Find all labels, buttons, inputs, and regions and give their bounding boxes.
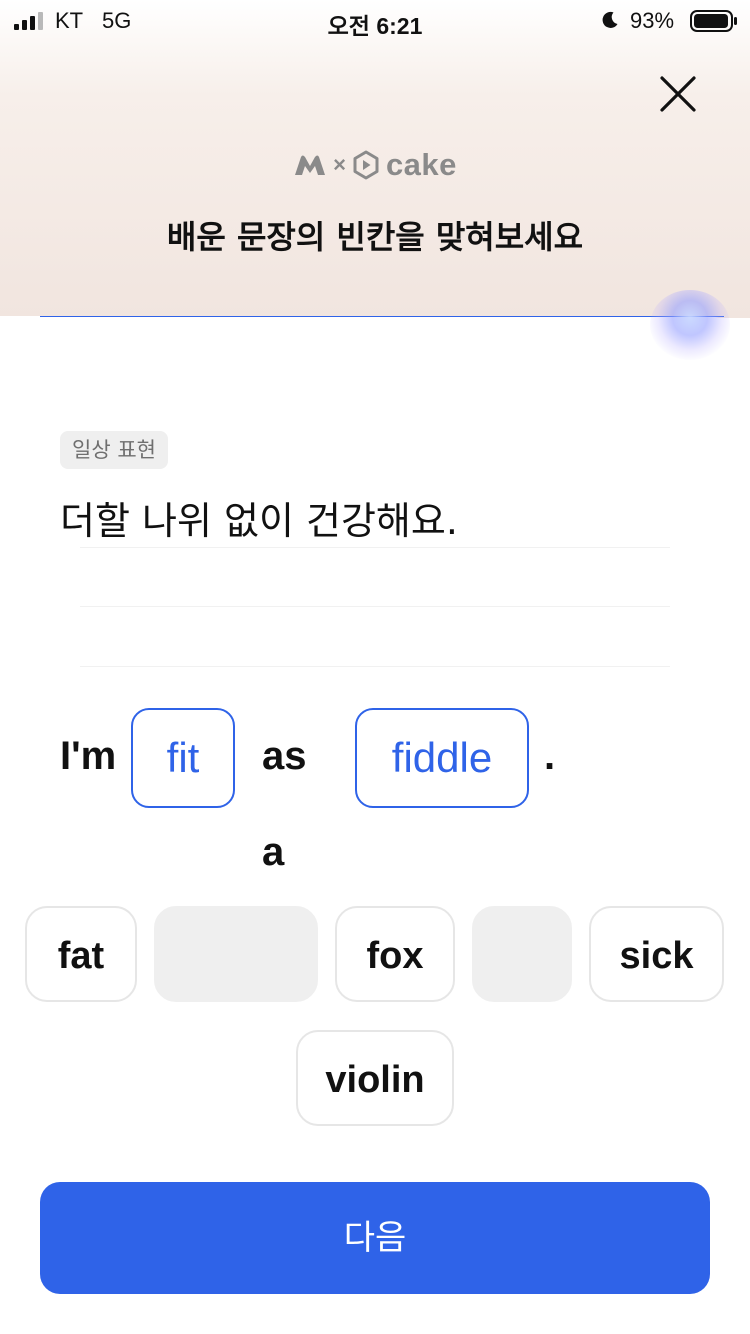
divider-line [80,547,670,548]
m-logo-icon [295,155,326,175]
cake-play-icon [353,150,379,180]
page-title: 배운 문장의 빈칸을 맞혀보세요 [166,218,584,256]
sentence-word: I'm [60,734,117,778]
divider-line [80,606,670,607]
answer-blank-2[interactable]: fiddle [355,708,529,808]
option-chip-violin[interactable]: violin [296,1030,454,1126]
progress-bar [40,316,724,317]
option-chip-used [154,906,318,1002]
category-badge: 일상 표현 [60,431,168,469]
korean-sentence: 더할 나위 없이 건강해요. [60,499,458,543]
brand-logo: × cake [0,145,750,185]
option-chip-used [472,906,572,1002]
brand-name: cake [385,147,457,182]
brand-separator: × [333,152,346,177]
progress-glow [650,290,730,360]
answer-blank-1[interactable]: fit [131,708,235,808]
option-chip-fat[interactable]: fat [25,906,137,1002]
sentence-period: . [544,734,556,778]
battery-percent: 93% [630,8,675,33]
battery-icon [690,10,737,32]
sentence-word: as a [262,734,307,874]
quiz-screen: KT 5G 오전 6:21 93% × cake 배운 문장의 빈칸을 맞혀보세… [0,0,750,1334]
option-chip-sick[interactable]: sick [589,906,724,1002]
next-button[interactable]: 다음 [40,1182,710,1294]
moon-icon [602,11,618,28]
close-icon[interactable] [656,72,700,116]
status-bar: KT 5G 오전 6:21 93% [0,0,750,40]
divider-line [80,666,670,667]
option-chip-fox[interactable]: fox [335,906,455,1002]
